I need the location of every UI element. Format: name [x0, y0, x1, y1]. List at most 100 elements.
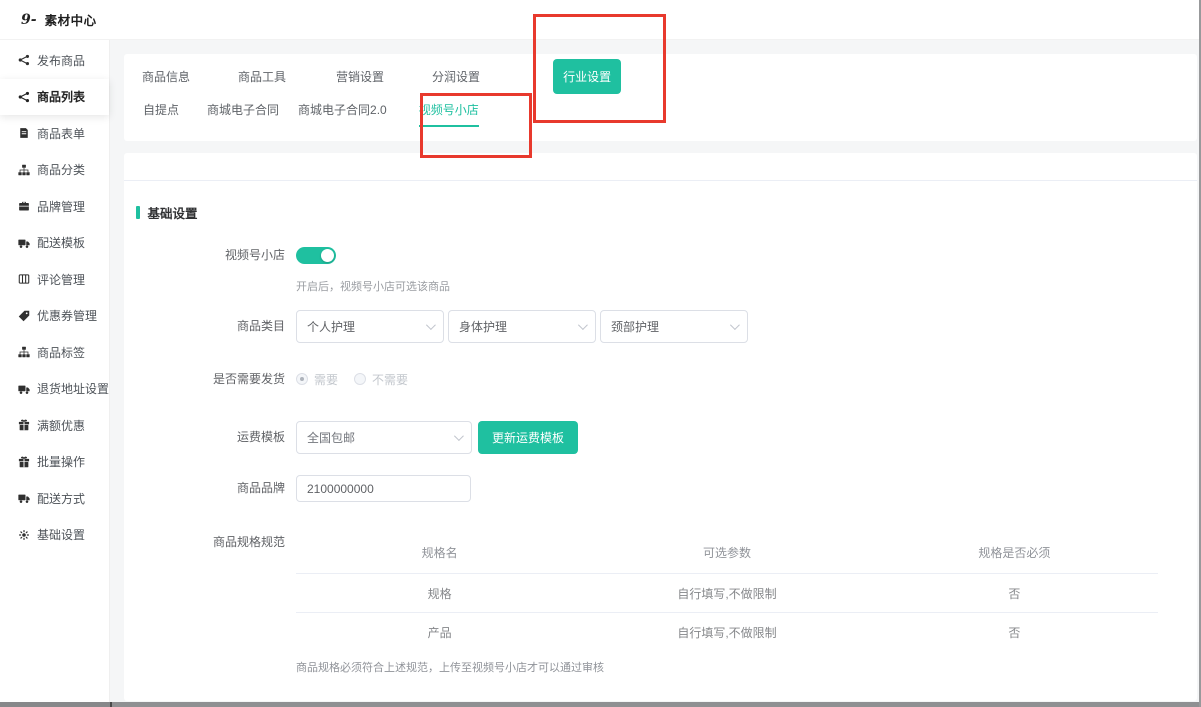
sitemap-icon	[17, 163, 30, 176]
sidebar-item-return-address-settings[interactable]: 退货地址设置	[0, 371, 109, 408]
freight-template-label: 运费模板	[124, 421, 285, 454]
sidebar-item-label: 优惠券管理	[37, 307, 97, 324]
radio-checked-icon	[296, 373, 308, 385]
category-label: 商品类目	[124, 310, 285, 343]
app-title: 素材中心	[45, 10, 97, 29]
tab-row-primary: 商品信息 商品工具 营销设置 分润设置 行业设置	[142, 60, 621, 92]
sidebar-item-delivery-template[interactable]: 配送模板	[0, 225, 109, 262]
sidebar-item-goods-category[interactable]: 商品分类	[0, 152, 109, 189]
tabs-card: 商品信息 商品工具 营销设置 分润设置 行业设置 自提点 商城电子合同 商城电子…	[124, 54, 1197, 141]
goods-brand-label: 商品品牌	[124, 475, 285, 502]
spec-table-row: 产品 自行填写,不做限制 否	[296, 612, 1158, 651]
category-select-3-value: 颈部护理	[611, 318, 659, 335]
section-basic-settings: 基础设置	[136, 203, 198, 222]
sidebar-item-brand-management[interactable]: 品牌管理	[0, 188, 109, 225]
form-row-freight-template: 运费模板 全国包邮 更新运费模板	[124, 421, 578, 454]
freight-template-select[interactable]: 全国包邮	[296, 421, 472, 454]
tab-mall-econtract-2[interactable]: 商城电子合同2.0	[298, 101, 387, 127]
sidebar-item-publish-goods[interactable]: 发布商品	[0, 42, 109, 79]
sidebar-item-label: 商品表单	[37, 125, 85, 142]
tab-goods-info[interactable]: 商品信息	[142, 68, 190, 85]
category-select-3[interactable]: 颈部护理	[600, 310, 748, 343]
spec-table-header-required: 规格是否必须	[871, 544, 1158, 561]
radio-unchecked-icon	[354, 373, 366, 385]
category-select-1-value: 个人护理	[307, 318, 355, 335]
scrollbar-tick	[110, 702, 112, 707]
sidebar-item-basic-settings[interactable]: 基础设置	[0, 517, 109, 554]
shipping-required-label: 是否需要发货	[124, 371, 285, 387]
sidebar-item-goods-tags[interactable]: 商品标签	[0, 334, 109, 371]
chevron-down-icon	[730, 320, 740, 330]
tab-row-secondary: 自提点 商城电子合同 商城电子合同2.0 视频号小店	[143, 101, 479, 127]
sidebar-item-comment-management[interactable]: 评论管理	[0, 261, 109, 298]
video-shop-label: 视频号小店	[124, 247, 285, 294]
tab-video-channels-shop[interactable]: 视频号小店	[419, 101, 479, 127]
category-select-1[interactable]: 个人护理	[296, 310, 444, 343]
sidebar-item-label: 配送方式	[37, 490, 85, 507]
settings-panel: 基础设置 视频号小店 开启后，视频号小店可选该商品 商品类目 个人护理 身体护理…	[124, 153, 1197, 701]
share-nodes-icon	[17, 54, 30, 67]
share-nodes-icon	[17, 90, 30, 103]
truck-icon	[17, 492, 30, 505]
tab-mall-econtract[interactable]: 商城电子合同	[207, 101, 279, 127]
chevron-down-icon	[454, 431, 464, 441]
tag-icon	[17, 309, 30, 322]
tab-industry-settings[interactable]: 行业设置	[553, 59, 621, 94]
sidebar-item-label: 退货地址设置	[37, 380, 109, 397]
form-row-shipping-required: 是否需要发货 需要 不需要	[124, 371, 408, 387]
tab-profit-settings[interactable]: 分润设置	[432, 68, 480, 85]
update-freight-template-button[interactable]: 更新运费模板	[478, 421, 578, 454]
truck-icon	[17, 382, 30, 395]
form-row-spec-standard: 商品规格规范 规格名 可选参数 规格是否必须 规格 自行填写,不做限制 否 产品…	[124, 531, 1158, 675]
section-title: 基础设置	[148, 203, 198, 222]
sidebar-item-label: 批量操作	[37, 453, 85, 470]
sidebar-item-delivery-methods[interactable]: 配送方式	[0, 480, 109, 517]
sidebar-item-label: 商品标签	[37, 344, 85, 361]
app-logo-icon: 9-	[21, 12, 37, 28]
sitemap-icon	[17, 346, 30, 359]
spec-table-note: 商品规格必须符合上述规范，上传至视频号小店才可以通过审核	[296, 659, 1158, 675]
form-row-goods-brand: 商品品牌	[124, 475, 471, 502]
gear-icon	[17, 528, 30, 541]
horizontal-scrollbar[interactable]	[0, 702, 1199, 707]
sidebar-item-label: 发布商品	[37, 52, 85, 69]
sidebar-item-label: 商品分类	[37, 161, 85, 178]
tab-goods-tools[interactable]: 商品工具	[238, 68, 286, 85]
sidebar-item-batch-operations[interactable]: 批量操作	[0, 444, 109, 481]
spec-table-header-name: 规格名	[296, 544, 583, 561]
tab-marketing-settings[interactable]: 营销设置	[336, 68, 384, 85]
sidebar: 发布商品 商品列表 商品表单 商品分类 品牌管理 配送模板 评论管理 优惠券管理…	[0, 40, 110, 702]
spec-table: 规格名 可选参数 规格是否必须 规格 自行填写,不做限制 否 产品 自行填写,不…	[296, 531, 1158, 675]
radio-yes-label: 需要	[314, 371, 338, 388]
video-shop-toggle[interactable]	[296, 247, 336, 264]
section-accent-bar	[136, 206, 140, 219]
gift-icon	[17, 419, 30, 432]
app-header: 9- 素材中心	[0, 0, 1201, 40]
category-select-2[interactable]: 身体护理	[448, 310, 596, 343]
sidebar-item-coupon-management[interactable]: 优惠券管理	[0, 298, 109, 335]
shipping-required-radio-no[interactable]: 不需要	[354, 371, 408, 388]
document-icon	[17, 127, 30, 140]
form-row-category: 商品类目 个人护理 身体护理 颈部护理	[124, 310, 748, 343]
spec-standard-label: 商品规格规范	[124, 531, 285, 675]
spec-cell: 自行填写,不做限制	[583, 624, 870, 641]
sidebar-item-label: 商品列表	[37, 88, 85, 105]
sidebar-item-label: 配送模板	[37, 234, 85, 251]
goods-brand-input[interactable]	[296, 475, 471, 502]
category-select-2-value: 身体护理	[459, 318, 507, 335]
sidebar-item-goods-list[interactable]: 商品列表	[0, 79, 109, 116]
sidebar-item-label: 品牌管理	[37, 198, 85, 215]
sidebar-item-full-discount[interactable]: 满额优惠	[0, 407, 109, 444]
sidebar-item-goods-form[interactable]: 商品表单	[0, 115, 109, 152]
briefcase-icon	[17, 200, 30, 213]
tab-pickup-point[interactable]: 自提点	[143, 101, 179, 127]
chevron-down-icon	[578, 320, 588, 330]
form-row-video-shop: 视频号小店 开启后，视频号小店可选该商品	[124, 247, 450, 294]
spec-cell: 规格	[296, 585, 583, 602]
panel-divider	[124, 180, 1197, 181]
spec-table-row: 规格 自行填写,不做限制 否	[296, 573, 1158, 612]
spec-table-header: 规格名 可选参数 规格是否必须	[296, 531, 1158, 573]
sidebar-item-label: 满额优惠	[37, 417, 85, 434]
shipping-required-radio-yes[interactable]: 需要	[296, 371, 338, 388]
sidebar-item-label: 基础设置	[37, 526, 85, 543]
